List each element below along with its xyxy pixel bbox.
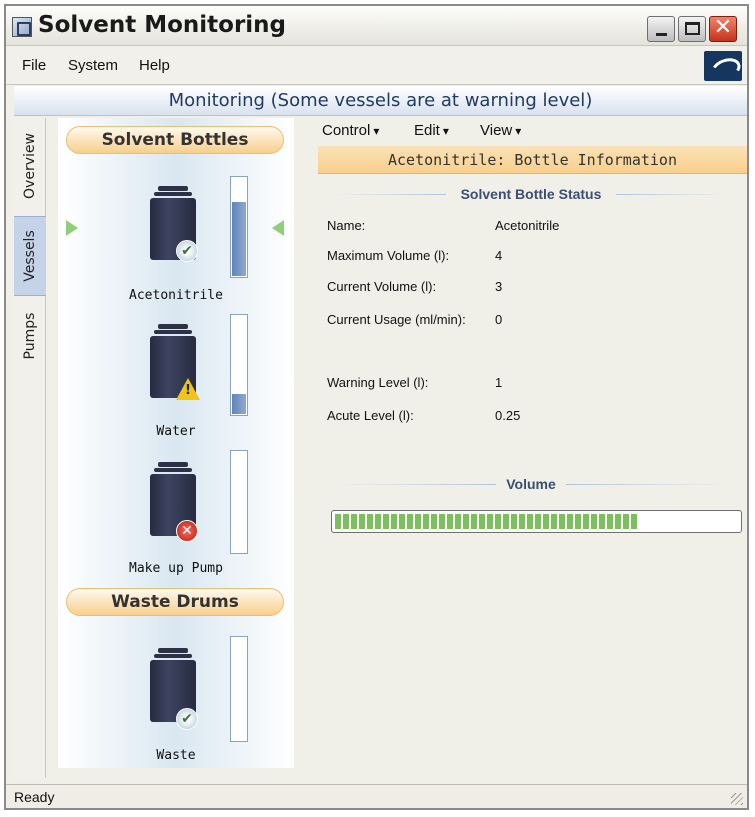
field-label-name: Name: xyxy=(327,218,366,233)
bottle-info-title: Acetonitrile: Bottle Information xyxy=(388,151,677,169)
ok-check-icon: ✔ xyxy=(176,240,198,262)
field-value-name: Acetonitrile xyxy=(495,218,560,233)
menu-file[interactable]: File xyxy=(22,57,46,74)
selection-arrow-left-icon xyxy=(272,220,284,236)
water-level-bar xyxy=(230,314,248,416)
tab-vessels-label: Vessels xyxy=(22,230,38,282)
resize-grip-icon[interactable] xyxy=(731,793,743,805)
bottle-info-header: Acetonitrile: Bottle Information xyxy=(318,146,747,174)
app-icon xyxy=(12,17,32,37)
minimize-icon xyxy=(656,33,667,36)
solvent-bottle-status-group: Solvent Bottle Status xyxy=(336,184,726,204)
volume-progress-bar xyxy=(331,510,742,533)
field-value-acute-level: 0.25 xyxy=(495,408,521,423)
field-value-max-volume: 4 xyxy=(495,248,503,263)
acetonitrile-level-fill xyxy=(232,202,246,276)
maximize-icon xyxy=(685,22,700,35)
selection-arrow-right-icon xyxy=(66,220,78,236)
field-label-warning-level: Warning Level (l): xyxy=(327,375,429,390)
ok-check-icon: ✔ xyxy=(176,708,198,730)
field-label-max-volume: Maximum Volume (l): xyxy=(327,248,450,263)
window-title: Solvent Monitoring xyxy=(38,12,287,38)
volume-group: Volume xyxy=(336,474,726,494)
minimize-button[interactable] xyxy=(647,16,675,42)
field-label-current-usage: Current Usage (ml/min): xyxy=(327,312,466,327)
title-bar[interactable]: Solvent Monitoring ✕ xyxy=(6,6,747,46)
field-label-current-volume: Current Volume (l): xyxy=(327,279,437,294)
volume-progress-fill xyxy=(335,514,637,529)
view-menu[interactable]: View xyxy=(480,122,521,139)
tab-pumps-label: Pumps xyxy=(22,312,38,360)
field-value-current-usage: 0 xyxy=(495,312,503,327)
waste-level-bar xyxy=(230,636,248,742)
acetonitrile-level-bar xyxy=(230,176,248,278)
error-x-icon: ✕ xyxy=(176,520,198,542)
maximize-button[interactable] xyxy=(678,16,706,42)
status-group-title: Solvent Bottle Status xyxy=(452,186,610,202)
acetonitrile-label: Acetonitrile xyxy=(129,288,223,303)
tab-overview-label: Overview xyxy=(22,133,38,199)
menu-bar: File System Help xyxy=(6,47,747,85)
waste-drums-header: Waste Drums xyxy=(66,588,284,616)
status-text: Ready xyxy=(14,789,55,805)
field-value-warning-level: 1 xyxy=(495,375,503,390)
field-value-current-volume: 3 xyxy=(495,279,503,294)
vessels-panel: Solvent Bottles ✔ Acetonitrile ! Water ✕… xyxy=(58,118,294,768)
close-button[interactable]: ✕ xyxy=(709,15,737,42)
make-up-pump-label: Make up Pump xyxy=(129,561,223,576)
tab-vessels[interactable]: Vessels xyxy=(14,216,46,296)
company-logo xyxy=(704,51,742,81)
field-label-acute-level: Acute Level (l): xyxy=(327,408,414,423)
water-level-fill xyxy=(232,394,246,414)
water-label: Water xyxy=(156,424,196,439)
side-tab-bar: Overview Vessels Pumps xyxy=(14,118,46,778)
waste-label: Waste xyxy=(156,748,196,763)
tab-pumps[interactable]: Pumps xyxy=(14,298,46,374)
close-icon: ✕ xyxy=(713,15,733,40)
solvent-bottles-title: Solvent Bottles xyxy=(101,130,249,150)
volume-group-title: Volume xyxy=(498,476,564,492)
menu-help[interactable]: Help xyxy=(139,57,170,74)
tab-overview[interactable]: Overview xyxy=(14,118,46,214)
menu-system[interactable]: System xyxy=(68,57,118,74)
banner-text: Monitoring (Some vessels are at warning … xyxy=(168,90,593,111)
edit-menu[interactable]: Edit xyxy=(414,122,449,139)
waste-drums-title: Waste Drums xyxy=(111,592,239,612)
control-menu[interactable]: Control xyxy=(322,122,379,139)
status-bar: Ready xyxy=(6,784,747,808)
main-window: Solvent Monitoring ✕ File System Help Mo… xyxy=(4,4,749,810)
make-up-pump-level-bar xyxy=(230,450,248,554)
solvent-bottles-header: Solvent Bottles xyxy=(66,126,284,154)
status-banner: Monitoring (Some vessels are at warning … xyxy=(14,86,747,116)
